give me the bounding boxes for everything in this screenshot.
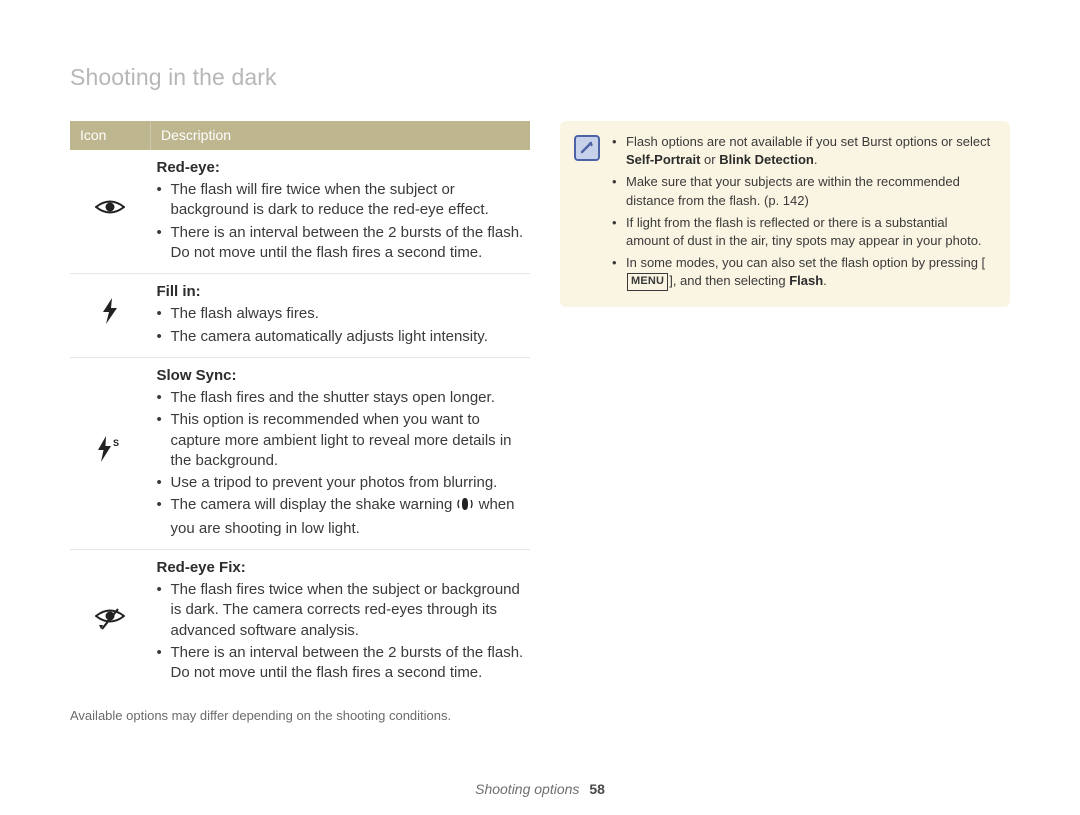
option-bullets: The flash fires and the shutter stays op… — [157, 388, 525, 539]
bullet: There is an interval between the 2 burst… — [157, 643, 525, 684]
note-item: In some modes, you can also set the flas… — [612, 254, 994, 291]
table-header-description: Description — [151, 121, 531, 150]
table-icon-cell: S — [70, 357, 151, 549]
note-list: Flash options are not available if you s… — [612, 133, 994, 295]
content-columns: Icon Description — [70, 121, 1010, 725]
note-box: Flash options are not available if you s… — [560, 121, 1010, 307]
note-item: If light from the flash is reflected or … — [612, 214, 994, 250]
table-description-cell: Red-eye Fix: The flash fires twice when … — [151, 549, 531, 693]
table-icon-cell — [70, 274, 151, 358]
option-title: Red-eye Fix: — [157, 558, 525, 578]
slow-sync-flash-icon: S — [95, 450, 125, 467]
note-info-icon — [574, 135, 600, 161]
bullet: This option is recommended when you want… — [157, 410, 525, 471]
note-item: Make sure that your subjects are within … — [612, 173, 994, 209]
footer-page-number: 58 — [589, 781, 605, 797]
bullet: The flash will fire twice when the subje… — [157, 180, 525, 221]
right-column: Flash options are not available if you s… — [560, 121, 1010, 307]
bullet: The flash always fires. — [157, 304, 525, 324]
left-column: Icon Description — [70, 121, 530, 725]
table-description-cell: Fill in: The flash always fires. The cam… — [151, 274, 531, 358]
bullet: The camera will display the shake warnin… — [157, 495, 525, 539]
bullet: The flash fires and the shutter stays op… — [157, 388, 525, 408]
table-row: Red-eye Fix: The flash fires twice when … — [70, 549, 530, 693]
option-bullets: The flash fires twice when the subject o… — [157, 580, 525, 683]
table-description-cell: Slow Sync: The flash fires and the shutt… — [151, 357, 531, 549]
bullet: There is an interval between the 2 burst… — [157, 223, 525, 264]
table-footnote: Available options may differ depending o… — [70, 707, 530, 725]
table-header-row: Icon Description — [70, 121, 530, 150]
page-footer: Shooting options 58 — [0, 780, 1080, 799]
bullet: The flash fires twice when the subject o… — [157, 580, 525, 641]
table-description-cell: Red-eye: The flash will fire twice when … — [151, 150, 531, 274]
option-title: Fill in: — [157, 282, 525, 302]
manual-page: Shooting in the dark Icon Description — [0, 0, 1080, 815]
table-row: Fill in: The flash always fires. The cam… — [70, 274, 530, 358]
option-title: Slow Sync: — [157, 366, 525, 386]
option-title: Red-eye: — [157, 158, 525, 178]
footer-section: Shooting options — [475, 781, 579, 797]
option-bullets: The flash will fire twice when the subje… — [157, 180, 525, 263]
red-eye-fix-icon — [95, 617, 125, 634]
table-header-icon: Icon — [70, 121, 151, 150]
shake-warning-icon — [456, 496, 474, 518]
flash-options-table: Icon Description — [70, 121, 530, 693]
red-eye-icon — [95, 203, 125, 220]
note-box-icon-wrap — [574, 133, 600, 295]
table-icon-cell — [70, 549, 151, 693]
note-item: Flash options are not available if you s… — [612, 133, 994, 169]
svg-text:S: S — [113, 438, 119, 448]
bullet: Use a tripod to prevent your photos from… — [157, 473, 525, 493]
table-row: S Slow Sync: The flash fires and the shu… — [70, 357, 530, 549]
table-icon-cell — [70, 150, 151, 274]
menu-button-label: MENU — [627, 273, 668, 290]
page-heading: Shooting in the dark — [70, 62, 1010, 93]
fill-in-flash-icon — [99, 312, 121, 329]
option-bullets: The flash always fires. The camera autom… — [157, 304, 525, 347]
table-row: Red-eye: The flash will fire twice when … — [70, 150, 530, 274]
bullet: The camera automatically adjusts light i… — [157, 327, 525, 347]
